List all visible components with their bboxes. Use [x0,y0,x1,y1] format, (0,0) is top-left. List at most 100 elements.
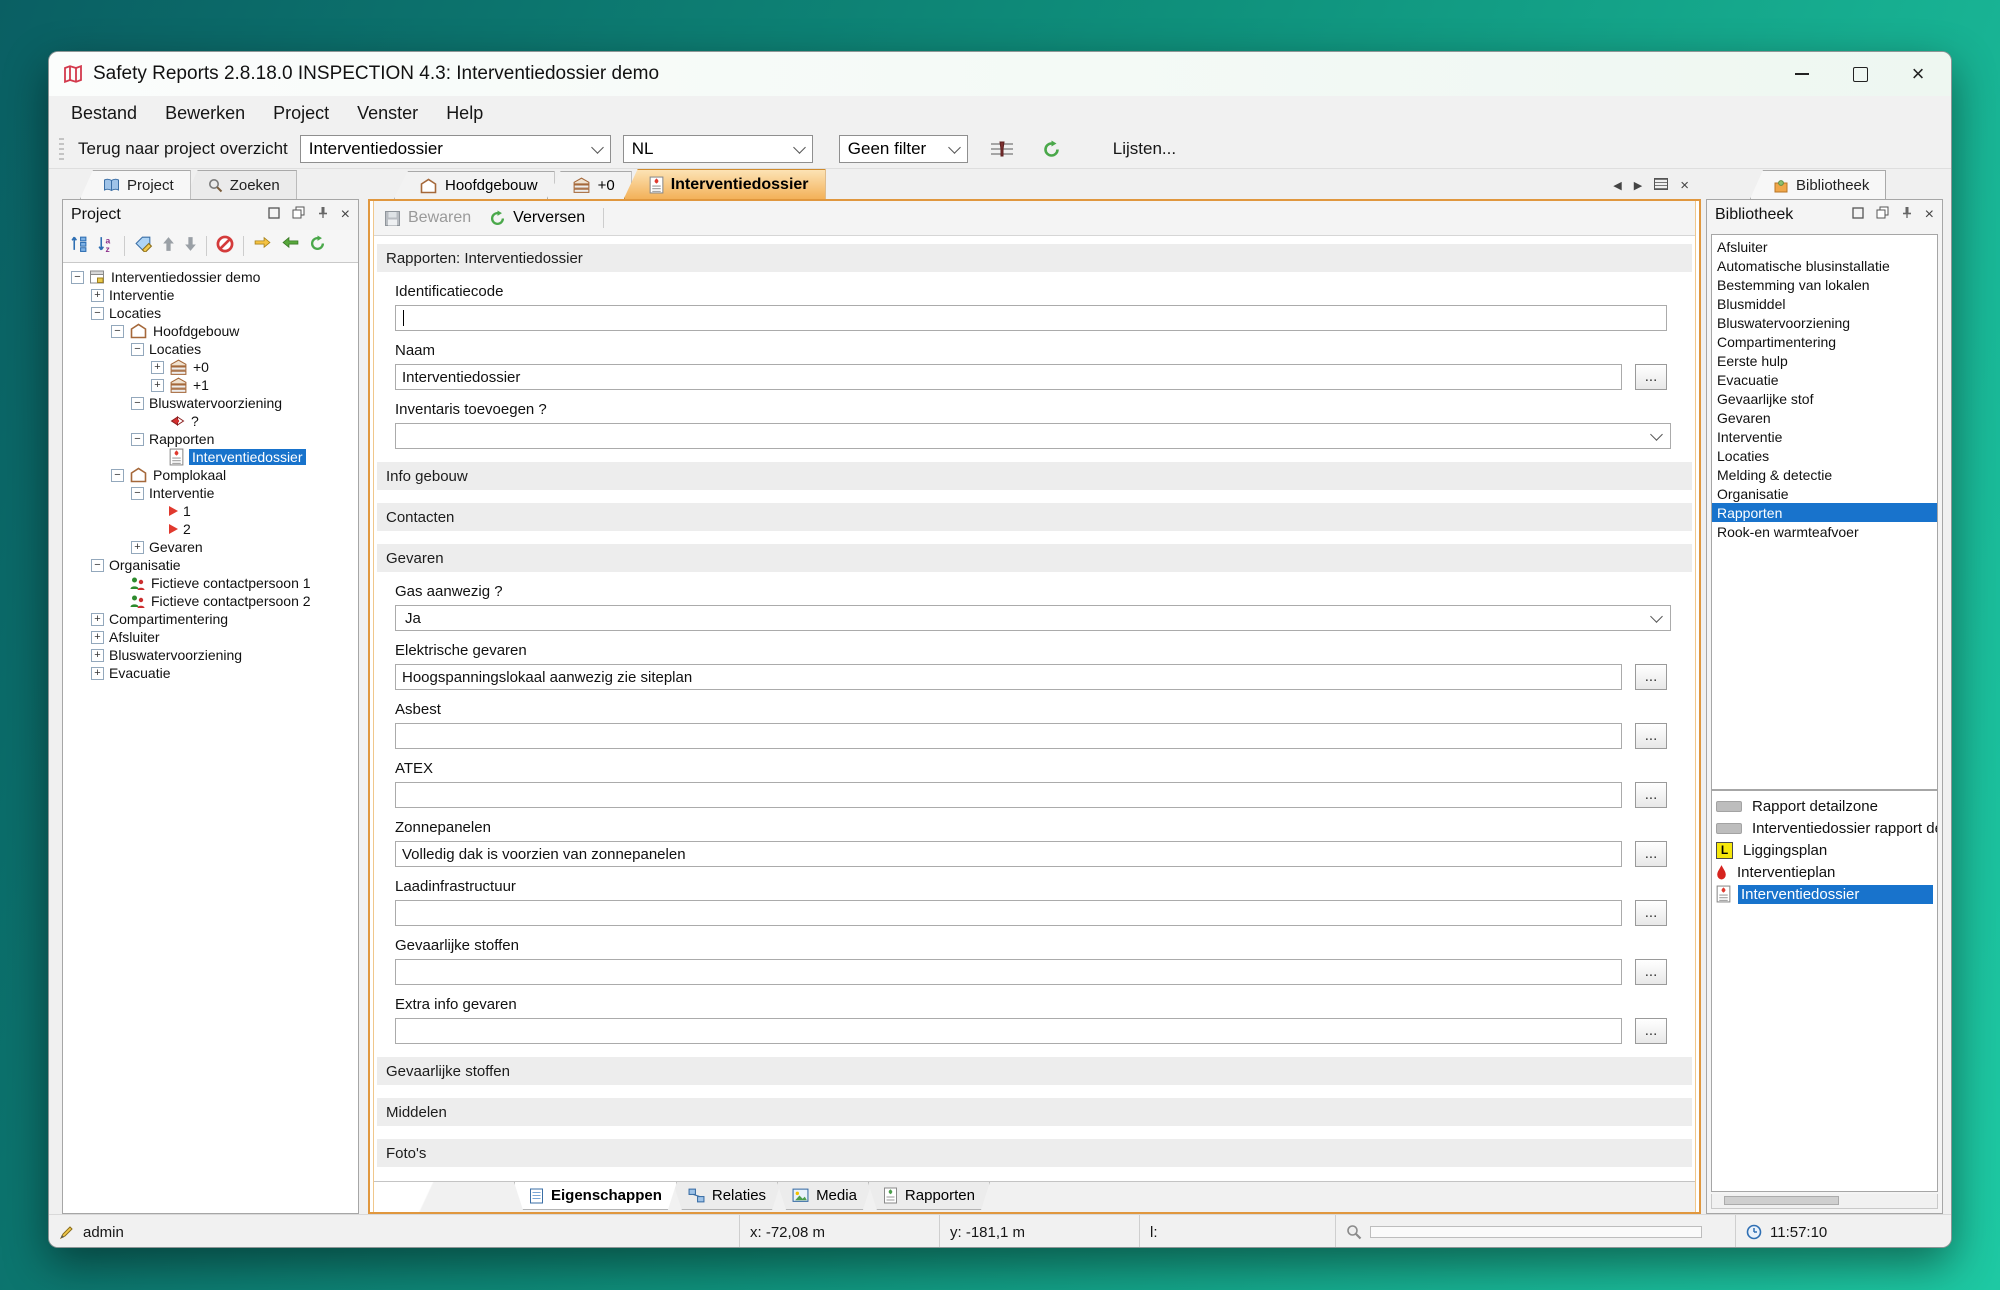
tabstrip-nav-left-button[interactable]: ◀ [1613,179,1621,192]
ellipsis-button[interactable]: ... [1635,782,1667,808]
tree-toggle-expand[interactable]: + [151,361,164,374]
tree-toolbar-refresh-circle-button[interactable] [309,235,326,257]
menu-item-bewerken[interactable]: Bewerken [151,103,259,124]
tabstrip-tab-close-button[interactable]: × [1680,178,1689,193]
ellipsis-button[interactable]: ... [1635,664,1667,690]
tree-toolbar-arrow-down-button[interactable] [184,236,197,257]
tree-item-[interactable]: ? [71,412,358,430]
tree-toggle-collapse[interactable]: − [91,307,104,320]
tree-item-afsluiter[interactable]: +Afsluiter [71,628,358,646]
library-item-locaties[interactable]: Locaties [1712,446,1937,465]
section-header-info-gebouw[interactable]: Info gebouw [377,462,1692,490]
tree-toggle-expand[interactable]: + [91,667,104,680]
library-item-automatische-blusinstallatie[interactable]: Automatische blusinstallatie [1712,256,1937,275]
section-header-rapporten-interventiedossier[interactable]: Rapporten: Interventiedossier [377,244,1692,272]
tree-item-fictieve-contactpersoon-1[interactable]: Fictieve contactpersoon 1 [71,574,358,592]
tree-item-pomplokaal[interactable]: −Pomplokaal [71,466,358,484]
ellipsis-button[interactable]: ... [1635,841,1667,867]
tree-item-gevaren[interactable]: +Gevaren [71,538,358,556]
tab-hoofdgebouw[interactable]: Hoofdgebouw [394,171,555,199]
input-zonnepanelen[interactable] [395,841,1622,867]
zoom-slider[interactable] [1370,1226,1702,1238]
tree-item-interventie[interactable]: +Interventie [71,286,358,304]
detail-item-interventiedossier-rapport-deta[interactable]: Interventiedossier rapport deta [1712,817,1937,839]
tree-item-organisatie[interactable]: −Organisatie [71,556,358,574]
tree-item-0[interactable]: ++0 [71,358,358,376]
tree-toggle-expand[interactable]: + [91,649,104,662]
input-atex[interactable] [395,782,1622,808]
library-item-rapporten[interactable]: Rapporten [1712,503,1937,522]
ellipsis-button[interactable]: ... [1635,959,1667,985]
tree-item-bluswatervoorziening[interactable]: +Bluswatervoorziening [71,646,358,664]
tree-toggle-collapse[interactable]: − [131,397,144,410]
tree-toggle-collapse[interactable]: − [71,271,84,284]
detail-item-interventieplan[interactable]: Interventieplan [1712,861,1937,883]
menu-item-help[interactable]: Help [432,103,497,124]
detail-item-rapport-detailzone[interactable]: Rapport detailzone [1712,795,1937,817]
detail-item-liggingsplan[interactable]: LLiggingsplan [1712,839,1937,861]
section-header-contacten[interactable]: Contacten [377,503,1692,531]
tree-toolbar-edit-tag-button[interactable] [134,235,153,257]
back-to-project-link[interactable]: Terug naar project overzicht [78,139,288,159]
panel-float-button[interactable] [1876,206,1889,224]
tab-interventiedossier[interactable]: Interventiedossier [624,169,826,199]
tree-toolbar-swap-arrows-button[interactable] [253,235,272,257]
tree-item-interventiedossier[interactable]: Interventiedossier [71,448,358,466]
tree-toggle-collapse[interactable]: − [131,343,144,356]
filter-combobox[interactable]: Geen filter [839,135,968,163]
library-item-bluswatervoorziening[interactable]: Bluswatervoorziening [1712,313,1937,332]
input-extra-info-gevaren[interactable] [395,1018,1622,1044]
tree-toggle-collapse[interactable]: − [91,559,104,572]
language-combobox[interactable]: NL [623,135,813,163]
refresh-icon[interactable] [1042,140,1061,159]
section-header-middelen[interactable]: Middelen [377,1098,1692,1126]
tree-item-2[interactable]: 2 [71,520,358,538]
panel-close-button[interactable]: × [1925,206,1934,224]
tree-item-1[interactable]: ++1 [71,376,358,394]
tree-toggle-collapse[interactable]: − [111,469,124,482]
input-laadinfrastructuur[interactable] [395,900,1622,926]
library-item-organisatie[interactable]: Organisatie [1712,484,1937,503]
save-button[interactable]: Bewaren [384,209,471,227]
tree-toolbar-sync-green-button[interactable] [281,235,300,257]
panel-maximize-button[interactable] [1852,206,1864,224]
tree-item-locaties[interactable]: −Locaties [71,340,358,358]
library-item-gevaarlijke-stof[interactable]: Gevaarlijke stof [1712,389,1937,408]
library-item-bestemming-van-lokalen[interactable]: Bestemming van lokalen [1712,275,1937,294]
scrollbar-thumb[interactable] [1724,1196,1839,1205]
tree-toggle-expand[interactable]: + [91,289,104,302]
tree-toolbar-sort-structure-button[interactable] [70,235,88,257]
library-item-melding-detectie[interactable]: Melding & detectie [1712,465,1937,484]
tree-item-bluswatervoorziening[interactable]: −Bluswatervoorziening [71,394,358,412]
tree-item-compartimentering[interactable]: +Compartimentering [71,610,358,628]
bottom-tab-media[interactable]: Media [777,1182,872,1210]
input-gevaarlijke-stoffen[interactable] [395,959,1622,985]
tree-item-interventie[interactable]: −Interventie [71,484,358,502]
tree-toggle-collapse[interactable]: − [131,433,144,446]
section-header-gevaarlijke-stoffen[interactable]: Gevaarlijke stoffen [377,1057,1692,1085]
panel-float-button[interactable] [292,206,305,224]
menu-item-venster[interactable]: Venster [343,103,432,124]
section-header-foto-s[interactable]: Foto's [377,1139,1692,1167]
tab-bibliotheek[interactable]: Bibliotheek [1750,170,1886,199]
menu-item-project[interactable]: Project [259,103,343,124]
panel-pin-button[interactable] [1901,206,1913,224]
tree-item-interventiedossier-demo[interactable]: −Interventiedossier demo [71,268,358,286]
ellipsis-button[interactable]: ... [1635,364,1667,390]
tab-0[interactable]: +0 [547,171,632,199]
library-item-eerste-hulp[interactable]: Eerste hulp [1712,351,1937,370]
ellipsis-button[interactable]: ... [1635,1018,1667,1044]
maximize-button[interactable] [1831,52,1889,96]
detail-item-interventiedossier[interactable]: Interventiedossier [1712,883,1937,905]
input-asbest[interactable] [395,723,1622,749]
dropdown-gas-aanwezig[interactable]: Ja [395,605,1671,631]
tabstrip-windows-button[interactable] [1654,178,1668,193]
panel-maximize-button[interactable] [268,206,280,224]
bottom-tab-rapporten[interactable]: Rapporten [868,1182,990,1210]
tabstrip-nav-right-button[interactable]: ▶ [1634,179,1642,192]
refresh-document-button[interactable]: Verversen [489,209,585,227]
tree-toggle-expand[interactable]: + [131,541,144,554]
report-type-combobox[interactable]: Interventiedossier [300,135,611,163]
library-item-evacuatie[interactable]: Evacuatie [1712,370,1937,389]
ellipsis-button[interactable]: ... [1635,723,1667,749]
